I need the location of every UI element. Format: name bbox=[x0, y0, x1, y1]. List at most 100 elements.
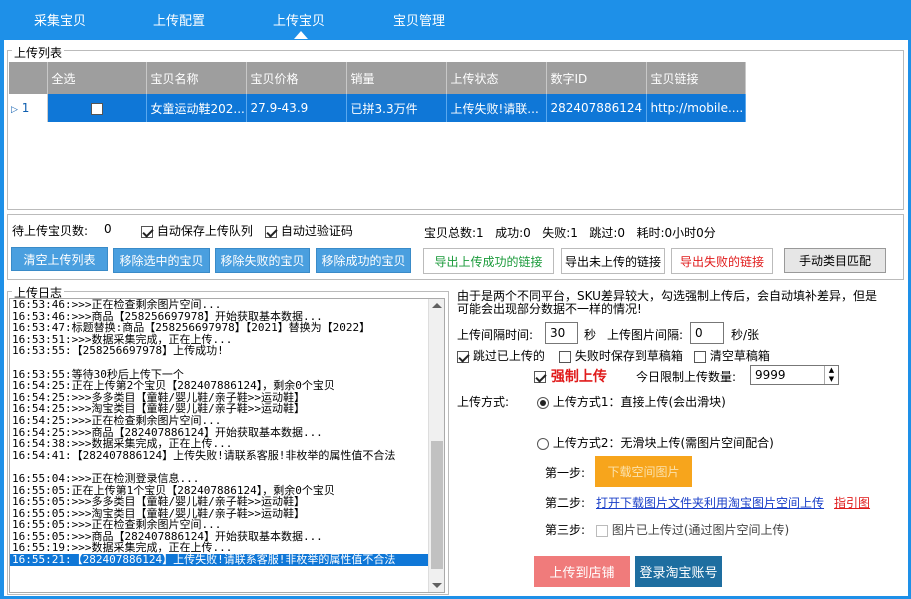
active-tab-caret-icon bbox=[294, 31, 308, 39]
method2-radio[interactable] bbox=[537, 437, 549, 450]
cell-sales: 已拼3.3万件 bbox=[346, 94, 447, 122]
clear-list-button[interactable]: 清空上传列表 bbox=[11, 247, 108, 271]
method-label: 上传方式: bbox=[457, 395, 510, 409]
log-line: 16:53:46:>>>正在检查剩余图片空间... bbox=[12, 298, 222, 311]
step3-label: 第三步: bbox=[545, 523, 586, 537]
auto-captcha-checkbox[interactable] bbox=[265, 225, 277, 238]
guide-link[interactable]: 指引图 bbox=[834, 494, 870, 511]
log-line: 16:54:41:【282407886124】上传失败!请联系客服!非枚举的属性… bbox=[12, 448, 396, 462]
upload-table: 全选 宝贝名称 宝贝价格 销量 上传状态 数字ID 宝贝链接 ▷ 1 女童运动鞋… bbox=[9, 62, 746, 122]
remove-selected-button[interactable]: 移除选中的宝贝 bbox=[113, 248, 210, 273]
export-pending-button[interactable]: 导出未上传的链接 bbox=[561, 248, 665, 274]
row-header-corner bbox=[9, 62, 48, 94]
images-uploaded-option[interactable]: 图片已上传过(通过图片空间上传) bbox=[596, 521, 789, 538]
spinner-icon[interactable]: ▲ ▼ bbox=[824, 366, 838, 384]
auto-captcha-label: 自动过验证码 bbox=[280, 224, 353, 238]
log-line: 16:55:21:【282407886124】上传失败!请联系客服!非枚举的属性… bbox=[10, 554, 444, 566]
cell-status: 上传失败!请联... bbox=[446, 94, 547, 122]
top-nav: 采集宝贝 上传配置 上传宝贝 宝贝管理 bbox=[0, 0, 911, 40]
cell-name: 女童运动鞋202... bbox=[146, 94, 247, 122]
row-pointer-icon: ▷ bbox=[11, 105, 18, 115]
cell-link[interactable]: http://mobile.... bbox=[646, 94, 746, 122]
img-interval-label: 上传图片间隔: bbox=[607, 328, 684, 342]
log-line: 16:54:25:>>>正在检查剩余图片空间... bbox=[12, 413, 222, 427]
interval-label: 上传间隔时间: bbox=[457, 328, 534, 342]
tab-upload-items[interactable]: 上传宝贝 bbox=[273, 10, 325, 29]
remove-success-button[interactable]: 移除成功的宝贝 bbox=[316, 248, 411, 273]
col-name[interactable]: 宝贝名称 bbox=[146, 62, 247, 94]
col-sales[interactable]: 销量 bbox=[346, 62, 447, 94]
stats-text: 宝贝总数:1 成功:0 失败:1 跳过:0 耗时:0小时0分 bbox=[424, 226, 716, 240]
auto-save-queue-option[interactable]: 自动保存上传队列 bbox=[141, 222, 253, 239]
table-row[interactable]: ▷ 1 女童运动鞋202... 27.9-43.9 已拼3.3万件 上传失败!请… bbox=[9, 94, 746, 122]
download-images-button[interactable]: 下载空间图片 bbox=[595, 456, 692, 487]
login-taobao-button[interactable]: 登录淘宝账号 bbox=[635, 556, 722, 587]
method2-label: 上传方式2：无滑块上传(需图片空间配合) bbox=[552, 436, 774, 450]
col-link[interactable]: 宝贝链接 bbox=[646, 62, 746, 94]
pending-count-value: 0 bbox=[104, 222, 112, 236]
save-draft-label: 失败时保存到草稿箱 bbox=[574, 349, 683, 363]
col-status[interactable]: 上传状态 bbox=[446, 62, 547, 94]
method1-option[interactable]: 上传方式1：直接上传(会出滑块) bbox=[537, 393, 726, 410]
col-select-all[interactable]: 全选 bbox=[47, 62, 147, 94]
daily-limit-label: 今日限制上传数量: bbox=[636, 370, 737, 384]
force-upload-option[interactable]: 强制上传 bbox=[534, 366, 607, 386]
export-failed-button[interactable]: 导出失败的链接 bbox=[671, 248, 773, 274]
cell-num-id: 282407886124 bbox=[546, 94, 647, 122]
images-uploaded-label: 图片已上传过(通过图片空间上传) bbox=[611, 523, 790, 537]
row-header: ▷ 1 bbox=[9, 94, 48, 122]
skip-uploaded-label: 跳过已上传的 bbox=[472, 349, 545, 363]
clear-drafts-checkbox[interactable] bbox=[694, 350, 706, 363]
force-upload-checkbox[interactable] bbox=[534, 371, 546, 383]
row-checkbox-cell bbox=[47, 94, 147, 122]
tab-collect[interactable]: 采集宝贝 bbox=[34, 10, 86, 29]
save-draft-checkbox[interactable] bbox=[559, 350, 571, 363]
scroll-thumb[interactable] bbox=[431, 441, 443, 569]
skip-uploaded-option[interactable]: 跳过已上传的 bbox=[457, 347, 545, 364]
auto-captcha-option[interactable]: 自动过验证码 bbox=[265, 222, 353, 239]
images-uploaded-checkbox[interactable] bbox=[596, 524, 608, 537]
pending-count-label: 待上传宝贝数: bbox=[12, 224, 89, 238]
table-header-row: 全选 宝贝名称 宝贝价格 销量 上传状态 数字ID 宝贝链接 bbox=[9, 62, 746, 94]
log-line: 16:55:04:>>>正在检测登录信息... bbox=[12, 471, 200, 485]
open-folder-link[interactable]: 打开下载图片文件夹利用淘宝图片空间上传 bbox=[596, 494, 824, 511]
clear-drafts-option[interactable]: 清空草稿箱 bbox=[694, 347, 770, 364]
log-lines: 16:53:46:>>>正在检查剩余图片空间... 16:53:46:>>>商品【… bbox=[10, 299, 444, 566]
log-area[interactable]: 16:53:46:>>>正在检查剩余图片空间... 16:53:46:>>>商品【… bbox=[9, 298, 445, 593]
method1-label: 上传方式1：直接上传(会出滑块) bbox=[552, 395, 726, 409]
tab-upload-config[interactable]: 上传配置 bbox=[153, 10, 205, 29]
scroll-up-icon[interactable] bbox=[432, 303, 442, 308]
manual-category-button[interactable]: 手动类目匹配 bbox=[784, 248, 886, 273]
interval-input[interactable]: 30 bbox=[545, 322, 578, 344]
auto-save-queue-checkbox[interactable] bbox=[141, 225, 153, 238]
row-number: 1 bbox=[21, 101, 30, 115]
tab-item-manage[interactable]: 宝贝管理 bbox=[393, 10, 445, 29]
method1-radio[interactable] bbox=[537, 396, 549, 409]
save-draft-option[interactable]: 失败时保存到草稿箱 bbox=[559, 347, 683, 364]
col-num-id[interactable]: 数字ID bbox=[546, 62, 647, 94]
log-scrollbar[interactable] bbox=[428, 299, 444, 592]
daily-limit-value: 9999 bbox=[755, 368, 786, 382]
img-interval-unit: 秒/张 bbox=[731, 328, 760, 342]
step2-label: 第二步: bbox=[545, 496, 586, 510]
force-upload-label: 强制上传 bbox=[550, 369, 607, 385]
scroll-down-icon[interactable] bbox=[432, 583, 442, 588]
log-line: 16:54:25:正在上传第2个宝贝【282407886124】，剩余0个宝贝 bbox=[12, 379, 335, 393]
method2-option[interactable]: 上传方式2：无滑块上传(需图片空间配合) bbox=[537, 434, 774, 451]
log-line: 16:55:05:>>>多多类目【童鞋/婴儿鞋/亲子鞋>>运动鞋】 bbox=[12, 495, 305, 509]
log-line: 16:53:55:【258256697978】上传成功! bbox=[12, 344, 224, 358]
daily-limit-input[interactable]: 9999 ▲ ▼ bbox=[750, 365, 839, 385]
export-success-button[interactable]: 导出上传成功的链接 bbox=[423, 248, 554, 274]
clear-drafts-label: 清空草稿箱 bbox=[709, 349, 770, 363]
col-price[interactable]: 宝贝价格 bbox=[246, 62, 347, 94]
auto-save-queue-label: 自动保存上传队列 bbox=[156, 224, 253, 238]
upload-to-store-button[interactable]: 上传到店铺 bbox=[534, 556, 630, 587]
interval-unit: 秒 bbox=[584, 328, 597, 342]
remove-failed-button[interactable]: 移除失败的宝贝 bbox=[215, 248, 310, 273]
img-interval-input[interactable]: 0 bbox=[690, 322, 724, 344]
notice-text: 由于是两个不同平台，SKU差异较大，勾选强制上传后，会自动填补差异，但是可能会出… bbox=[457, 289, 877, 316]
row-checkbox[interactable] bbox=[90, 102, 103, 115]
skip-uploaded-checkbox[interactable] bbox=[457, 350, 469, 363]
cell-price: 27.9-43.9 bbox=[246, 94, 347, 122]
